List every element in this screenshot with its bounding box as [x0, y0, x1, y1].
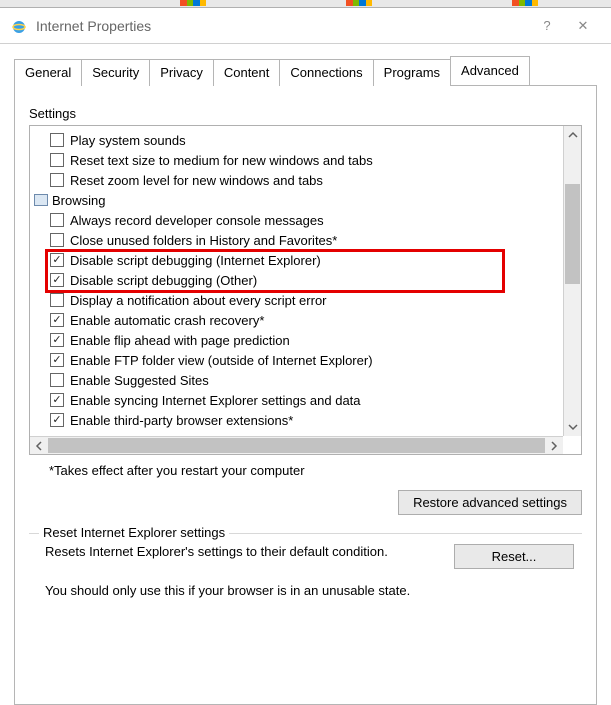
checkbox[interactable] [50, 233, 64, 247]
tree-item-label: Enable third-party browser extensions* [70, 413, 293, 428]
taskbar-strip [0, 0, 611, 8]
tree-item[interactable]: Play system sounds [50, 130, 563, 150]
tree-item[interactable]: Reset zoom level for new windows and tab… [50, 170, 563, 190]
checkbox[interactable] [50, 353, 64, 367]
tree-category[interactable]: Browsing [34, 190, 563, 210]
scroll-up-icon[interactable] [564, 126, 581, 144]
tab-panel-advanced: Settings Play system sounds Reset text si… [14, 85, 597, 705]
checkbox[interactable] [50, 313, 64, 327]
tree-item-label: Play system sounds [70, 133, 186, 148]
scroll-down-icon[interactable] [564, 418, 581, 436]
tree-item-label: Disable script debugging (Internet Explo… [70, 253, 321, 268]
tree-item-label: Always record developer console messages [70, 213, 324, 228]
tab-general[interactable]: General [14, 59, 82, 86]
window-title: Internet Properties [36, 18, 529, 34]
reset-description: Resets Internet Explorer's settings to t… [45, 544, 434, 559]
scroll-left-icon[interactable] [30, 437, 48, 454]
checkbox[interactable] [50, 213, 64, 227]
tree-item[interactable]: Close unused folders in History and Favo… [50, 230, 563, 250]
ie-icon [10, 17, 28, 35]
reset-group: Reset Internet Explorer settings Resets … [29, 533, 582, 610]
settings-legend: Settings [29, 106, 76, 121]
hscroll-thumb[interactable] [48, 438, 545, 453]
tree-item[interactable]: Enable flip ahead with page prediction [50, 330, 563, 350]
tab-strip: GeneralSecurityPrivacyContentConnections… [0, 44, 611, 85]
close-button[interactable]: ✕ [565, 12, 601, 40]
checkbox[interactable] [50, 273, 64, 287]
scroll-right-icon[interactable] [545, 437, 563, 454]
horizontal-scrollbar[interactable] [30, 436, 563, 454]
tree-item-label: Browsing [52, 193, 105, 208]
tree-item-label: Enable Suggested Sites [70, 373, 209, 388]
restart-note: *Takes effect after you restart your com… [49, 463, 582, 478]
help-button[interactable]: ? [529, 12, 565, 40]
tree-item[interactable]: Display a notification about every scrip… [50, 290, 563, 310]
tree-viewport: Play system sounds Reset text size to med… [30, 126, 563, 436]
checkbox[interactable] [50, 133, 64, 147]
settings-tree: Play system sounds Reset text size to med… [29, 125, 582, 455]
scroll-track[interactable] [564, 144, 581, 418]
titlebar: Internet Properties ? ✕ [0, 8, 611, 44]
checkbox[interactable] [50, 333, 64, 347]
tab-programs[interactable]: Programs [373, 59, 451, 86]
scroll-thumb[interactable] [565, 184, 580, 284]
tree-item[interactable]: Reset text size to medium for new window… [50, 150, 563, 170]
tab-content[interactable]: Content [213, 59, 281, 86]
tree-item-label: Enable automatic crash recovery* [70, 313, 264, 328]
tree-item[interactable]: Disable script debugging (Other) [50, 270, 563, 290]
tree-item-label: Enable FTP folder view (outside of Inter… [70, 353, 373, 368]
settings-group: Settings Play system sounds Reset text si… [29, 106, 582, 515]
checkbox[interactable] [50, 153, 64, 167]
checkbox[interactable] [50, 293, 64, 307]
tree-item-label: Enable syncing Internet Explorer setting… [70, 393, 361, 408]
tree-item[interactable]: Enable syncing Internet Explorer setting… [50, 390, 563, 410]
restore-advanced-button[interactable]: Restore advanced settings [398, 490, 582, 515]
reset-legend: Reset Internet Explorer settings [39, 525, 229, 540]
tab-advanced[interactable]: Advanced [450, 56, 530, 85]
tree-item-label: Enable flip ahead with page prediction [70, 333, 290, 348]
tree-item-label: Disable script debugging (Other) [70, 273, 257, 288]
checkbox[interactable] [50, 393, 64, 407]
checkbox[interactable] [50, 373, 64, 387]
reset-button[interactable]: Reset... [454, 544, 574, 569]
reset-warning: You should only use this if your browser… [45, 583, 574, 598]
tree-item[interactable]: Enable automatic crash recovery* [50, 310, 563, 330]
tree-item[interactable]: Enable third-party browser extensions* [50, 410, 563, 430]
tree-item-label: Reset zoom level for new windows and tab… [70, 173, 323, 188]
checkbox[interactable] [50, 253, 64, 267]
tree-item-label: Close unused folders in History and Favo… [70, 233, 337, 248]
checkbox[interactable] [50, 173, 64, 187]
vertical-scrollbar[interactable] [563, 126, 581, 436]
tab-privacy[interactable]: Privacy [149, 59, 214, 86]
tab-security[interactable]: Security [81, 59, 150, 86]
tree-item-label: Reset text size to medium for new window… [70, 153, 373, 168]
tree-item-label: Display a notification about every scrip… [70, 293, 327, 308]
tree-item[interactable]: Enable FTP folder view (outside of Inter… [50, 350, 563, 370]
tree-item[interactable]: Enable Suggested Sites [50, 370, 563, 390]
tree-item[interactable]: Disable script debugging (Internet Explo… [50, 250, 563, 270]
tree-item[interactable]: Always record developer console messages [50, 210, 563, 230]
category-icon [34, 194, 48, 206]
checkbox[interactable] [50, 413, 64, 427]
tab-connections[interactable]: Connections [279, 59, 373, 86]
